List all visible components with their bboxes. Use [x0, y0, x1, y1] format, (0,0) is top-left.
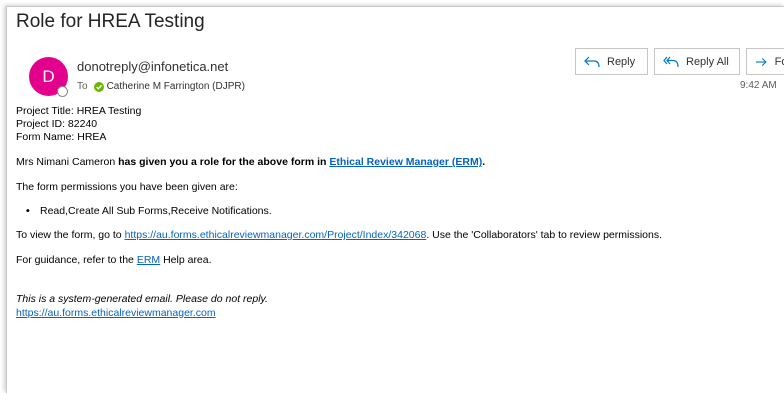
erm-help-link[interactable]: ERM [137, 254, 160, 266]
view-paragraph: To view the form, go to https://au.forms… [16, 229, 784, 242]
reply-all-label: Reply All [686, 55, 729, 68]
reply-button[interactable]: Reply [575, 48, 648, 75]
email-body: Project Title: HREA Testing Project ID: … [16, 105, 784, 320]
recipient-line: To Catherine M Farrington (DJPR) [77, 81, 245, 92]
reply-all-button[interactable]: Reply All [654, 48, 740, 75]
site-paragraph: https://au.forms.ethicalreviewmanager.co… [16, 307, 784, 320]
available-check-icon [93, 81, 104, 92]
reply-icon [584, 56, 600, 67]
role-suffix: . [482, 156, 486, 168]
form-name: Form Name: HREA [16, 131, 107, 143]
to-label: To [77, 81, 88, 92]
guidance-paragraph: For guidance, refer to the ERM Help area… [16, 254, 784, 267]
avatar-initial: D [42, 67, 55, 86]
received-time: 9:42 AM [740, 80, 777, 91]
disclaimer: This is a system-generated email. Please… [16, 293, 268, 305]
role-paragraph: Mrs Nimani Cameron has given you a role … [16, 156, 784, 169]
reply-label: Reply [607, 55, 636, 68]
email-subject: Role for HREA Testing [16, 11, 205, 32]
role-prefix: Mrs Nimani Cameron [16, 156, 119, 168]
permission-text: Read,Create All Sub Forms,Receive Notifi… [40, 205, 272, 217]
recipient-name[interactable]: Catherine M Farrington (DJPR) [107, 81, 245, 92]
view-prefix: To view the form, go to [16, 229, 125, 241]
project-link[interactable]: https://au.forms.ethicalreviewmanager.co… [125, 229, 427, 241]
view-suffix: . Use the 'Collaborators' tab to review … [426, 229, 663, 241]
site-link[interactable]: https://au.forms.ethicalreviewmanager.co… [16, 307, 216, 319]
project-id: Project ID: 82240 [16, 118, 98, 130]
forward-label: Forward [774, 55, 784, 68]
reply-all-icon [663, 56, 679, 67]
role-bold-text: has given you a role for the above form … [118, 156, 330, 168]
email-reading-pane: Role for HREA Testing D donotreply@infon… [6, 6, 784, 393]
forward-button[interactable]: Forward [746, 48, 784, 75]
permissions-intro: The form permissions you have been given… [16, 181, 238, 193]
forward-icon [755, 57, 767, 66]
bullet: • [26, 205, 30, 217]
sender-address[interactable]: donotreply@infonetica.net [77, 59, 228, 74]
project-title: Project Title: HREA Testing [16, 105, 142, 117]
guidance-suffix: Help area. [160, 254, 212, 266]
guidance-prefix: For guidance, refer to the [16, 254, 137, 266]
erm-link[interactable]: Ethical Review Manager (ERM) [329, 156, 482, 168]
presence-status-icon [57, 86, 68, 97]
message-actions: Reply Reply All Forward [575, 48, 784, 77]
list-item: • Read,Create All Sub Forms,Receive Notif… [26, 205, 784, 218]
permissions-list: • Read,Create All Sub Forms,Receive Notif… [16, 205, 784, 218]
